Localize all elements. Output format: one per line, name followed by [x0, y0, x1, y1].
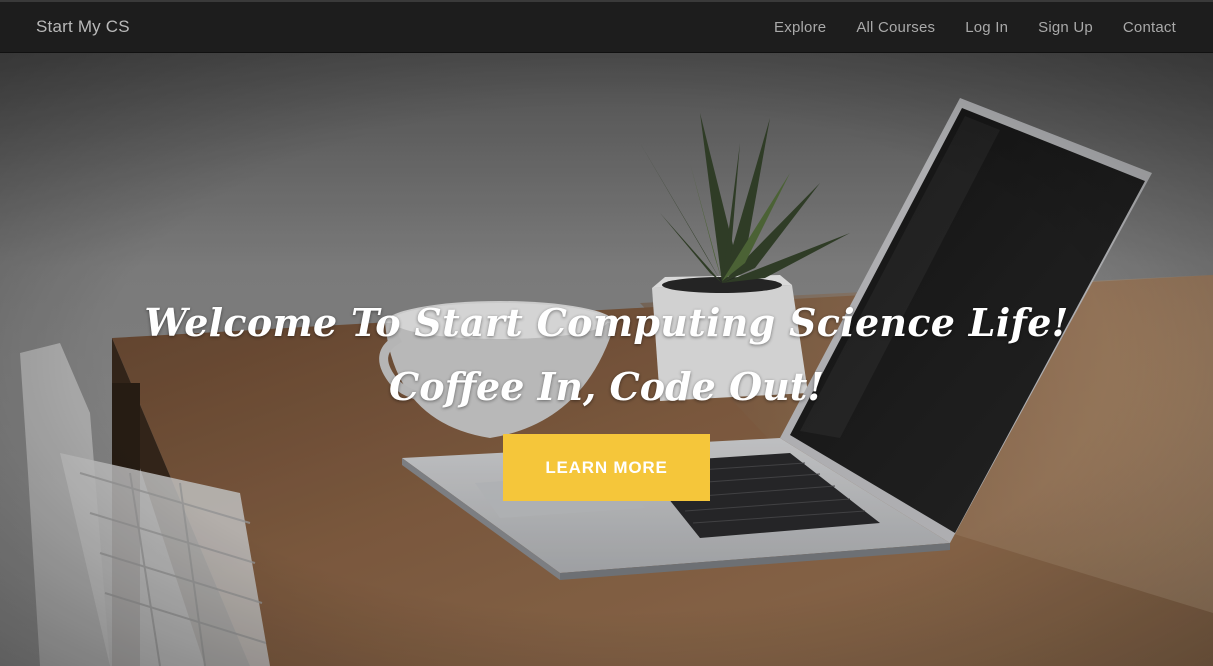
hero-title: Welcome To Start Computing Science Life!: [144, 300, 1069, 345]
nav-link-explore[interactable]: Explore: [759, 19, 841, 36]
hero-content: Welcome To Start Computing Science Life!…: [0, 291, 1213, 501]
nav-link-contact[interactable]: Contact: [1108, 19, 1191, 36]
top-navbar: Start My CS Explore All Courses Log In S…: [0, 0, 1213, 53]
brand-link[interactable]: Start My CS: [36, 17, 130, 37]
nav-link-log-in[interactable]: Log In: [950, 19, 1023, 36]
learn-more-button[interactable]: LEARN MORE: [503, 434, 710, 501]
nav-link-all-courses[interactable]: All Courses: [841, 19, 950, 36]
hero-section: Welcome To Start Computing Science Life!…: [0, 53, 1213, 666]
hero-subtitle: Coffee In, Code Out!: [389, 364, 824, 409]
nav-links: Explore All Courses Log In Sign Up Conta…: [759, 19, 1191, 36]
nav-link-sign-up[interactable]: Sign Up: [1023, 19, 1108, 36]
